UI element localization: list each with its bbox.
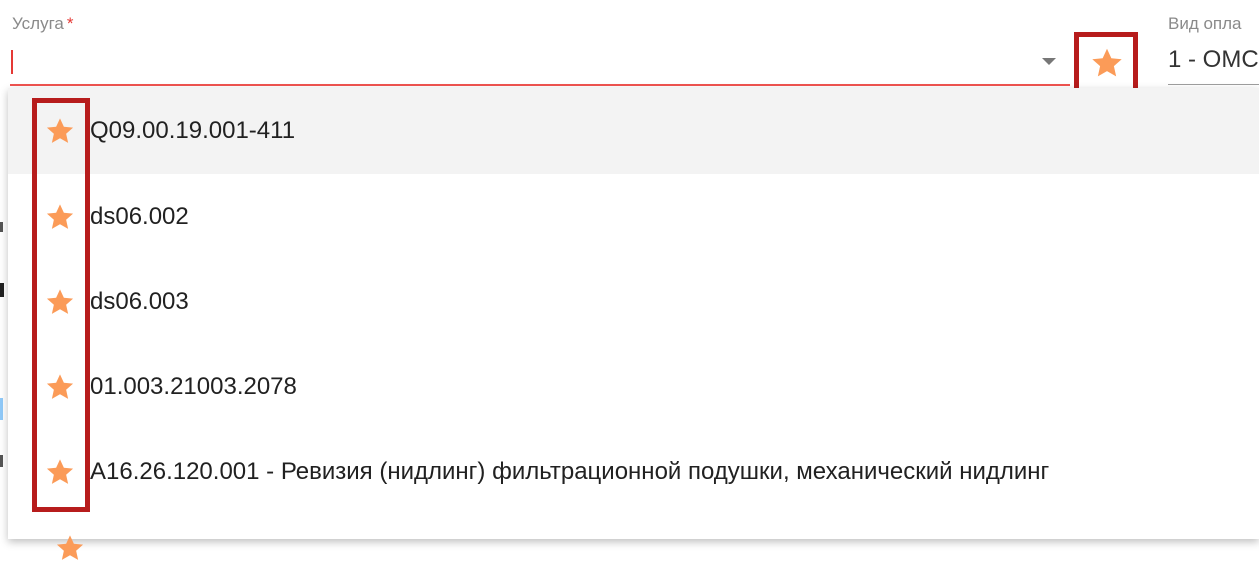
- background-edge-mark: [0, 455, 3, 467]
- text-caret: [11, 50, 13, 74]
- dropdown-option[interactable]: ds06.003: [8, 259, 1259, 345]
- payment-type-value[interactable]: 1 - ОМС: [1168, 46, 1259, 74]
- favorite-star-icon[interactable]: [44, 456, 76, 488]
- background-edge-mark: [0, 222, 3, 232]
- favorite-star-icon[interactable]: [44, 115, 76, 147]
- service-label-text: Услуга: [12, 14, 64, 33]
- favorite-star-icon: [56, 535, 84, 560]
- required-mark: *: [66, 14, 74, 33]
- option-label: 01.003.21003.2078: [90, 373, 297, 400]
- option-label: ds06.002: [90, 203, 189, 230]
- payment-type-underline: [1168, 84, 1259, 85]
- dropdown-option[interactable]: Q09.00.19.001-411: [8, 88, 1259, 174]
- dropdown-arrow-icon[interactable]: [1042, 58, 1056, 65]
- dropdown-option[interactable]: ds06.002: [8, 174, 1259, 260]
- background-edge-mark: [0, 398, 3, 420]
- favorite-star-icon[interactable]: [44, 371, 76, 403]
- service-input[interactable]: [10, 44, 1070, 86]
- service-field-label: Услуга *: [12, 14, 74, 34]
- option-label: ds06.003: [90, 288, 189, 315]
- dropdown-option[interactable]: 01.003.21003.2078: [8, 344, 1259, 430]
- background-edge-mark: [0, 283, 4, 297]
- service-dropdown-list: Q09.00.19.001-411 ds06.002 ds06.003 01.0…: [8, 88, 1259, 539]
- favorite-star-icon[interactable]: [44, 286, 76, 318]
- payment-type-label: Вид опла: [1168, 14, 1242, 33]
- option-label: A16.26.120.001 - Ревизия (нидлинг) фильт…: [90, 458, 1050, 485]
- option-label: Q09.00.19.001-411: [90, 117, 296, 144]
- star-icon: [1092, 48, 1122, 77]
- dropdown-option[interactable]: A16.26.120.001 - Ревизия (нидлинг) фильт…: [8, 429, 1259, 515]
- favorites-toggle-button[interactable]: [1086, 42, 1128, 84]
- favorite-star-icon[interactable]: [44, 201, 76, 233]
